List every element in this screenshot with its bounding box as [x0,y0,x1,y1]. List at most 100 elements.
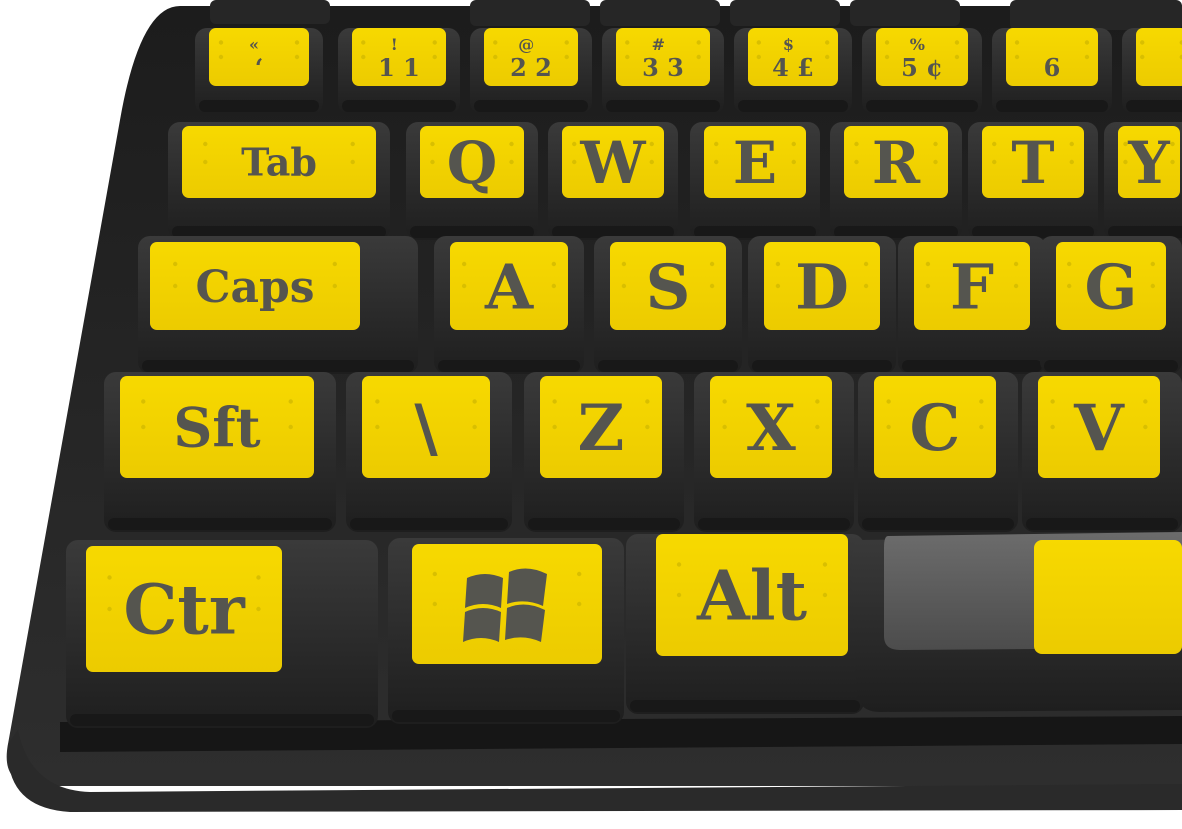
backslash-key-legend: \ [414,391,438,466]
braille-dot [886,424,891,430]
braille-dot [332,283,337,289]
braille-dot [1140,40,1145,45]
braille-dot [218,40,224,45]
braille-dot [933,159,938,165]
braille-dot [472,399,477,404]
key-r: R [830,122,962,240]
braille-dot [696,40,701,45]
braille-dot [933,141,938,147]
braille-dot [621,261,627,267]
braille-dot [714,159,719,165]
braille-dot [1140,54,1145,60]
key-e-legend: E [733,129,777,197]
braille-dot [722,424,727,430]
key-6-main-legend: 6 [1044,53,1061,82]
braille-dot [1150,261,1156,267]
braille-dot [625,40,630,45]
caps-lock-key: Caps [138,236,418,374]
key-5: %5 ¢ [862,28,982,114]
braille-dot [294,54,300,60]
key-q: Q [406,122,538,240]
braille-dot [791,141,796,147]
ctrl-key: Ctr [66,540,378,728]
key-s-legend: S [646,250,691,323]
key-a: A [434,236,584,374]
braille-dot [1067,283,1072,289]
space-bar-label-patch [1034,540,1182,654]
braille-dot [107,575,112,580]
braille-dot [884,40,890,45]
key-g-legend: G [1085,250,1138,323]
key-w-legend: W [579,129,646,197]
key-2-main-legend: 2 2 [510,53,552,82]
braille-dot [645,424,650,430]
braille-dot [461,283,467,289]
braille-dot [572,141,577,147]
braille-dot [173,261,178,267]
braille-dot [649,141,654,147]
braille-dot [1013,261,1019,267]
braille-dot [256,575,261,580]
braille-dot [709,283,715,289]
key-7 [1122,28,1182,114]
key-w: W [548,122,678,240]
braille-dot [141,399,146,404]
key-x: X [694,372,854,532]
braille-dot [509,141,514,147]
braille-dot [493,54,498,60]
braille-dot [375,424,380,430]
key-e: E [690,122,820,240]
key-t-legend: T [1011,129,1054,197]
braille-dot [714,141,719,147]
braille-dot [791,159,796,165]
braille-dot [722,399,727,404]
braille-dot [775,283,781,289]
braille-dot [1050,399,1055,404]
key-6: 6 [992,28,1112,114]
braille-dot [552,399,557,404]
braille-dot [825,54,830,60]
key-4: $4 £ [734,28,852,114]
top-strip-key [850,0,960,26]
braille-dot [432,54,437,60]
top-strip-key [600,0,720,26]
braille-dot [886,399,891,404]
braille-dot [649,159,654,165]
braille-dot [863,261,869,267]
braille-dot [621,283,627,289]
key-tab: Tab [168,122,390,240]
shift-key: Sft [104,372,336,532]
key-tab-legend: Tab [241,140,317,185]
braille-dot [709,261,715,267]
braille-dot [552,424,557,430]
braille-dot [256,606,261,612]
braille-dot [551,261,557,267]
braille-dot [361,40,366,45]
braille-dot [1067,261,1072,267]
braille-dot [350,141,355,147]
braille-dot [288,399,293,404]
braille-dot [645,399,650,404]
braille-dot [1084,54,1090,60]
braille-dot [925,261,931,267]
key-f-legend: F [950,250,994,323]
key-5-shift-legend: % [910,35,925,54]
backtick-key: «‘ [195,28,323,114]
braille-dot [815,424,820,430]
windows-key [388,538,624,724]
braille-dot [430,159,435,165]
key-c-legend: C [910,391,961,466]
braille-dot [1014,54,1020,60]
braille-dot [822,562,828,567]
braille-dot [577,571,582,577]
braille-dot [1013,283,1019,289]
braille-dot [107,606,112,612]
braille-dot [294,40,300,45]
key-v-legend: V [1073,391,1125,466]
backtick-key-shift-legend: « [249,35,259,54]
braille-dot [564,40,569,45]
key-1: !1 1 [338,28,460,114]
braille-dot [1143,399,1148,404]
braille-dot [173,283,178,289]
key-s: S [594,236,742,374]
